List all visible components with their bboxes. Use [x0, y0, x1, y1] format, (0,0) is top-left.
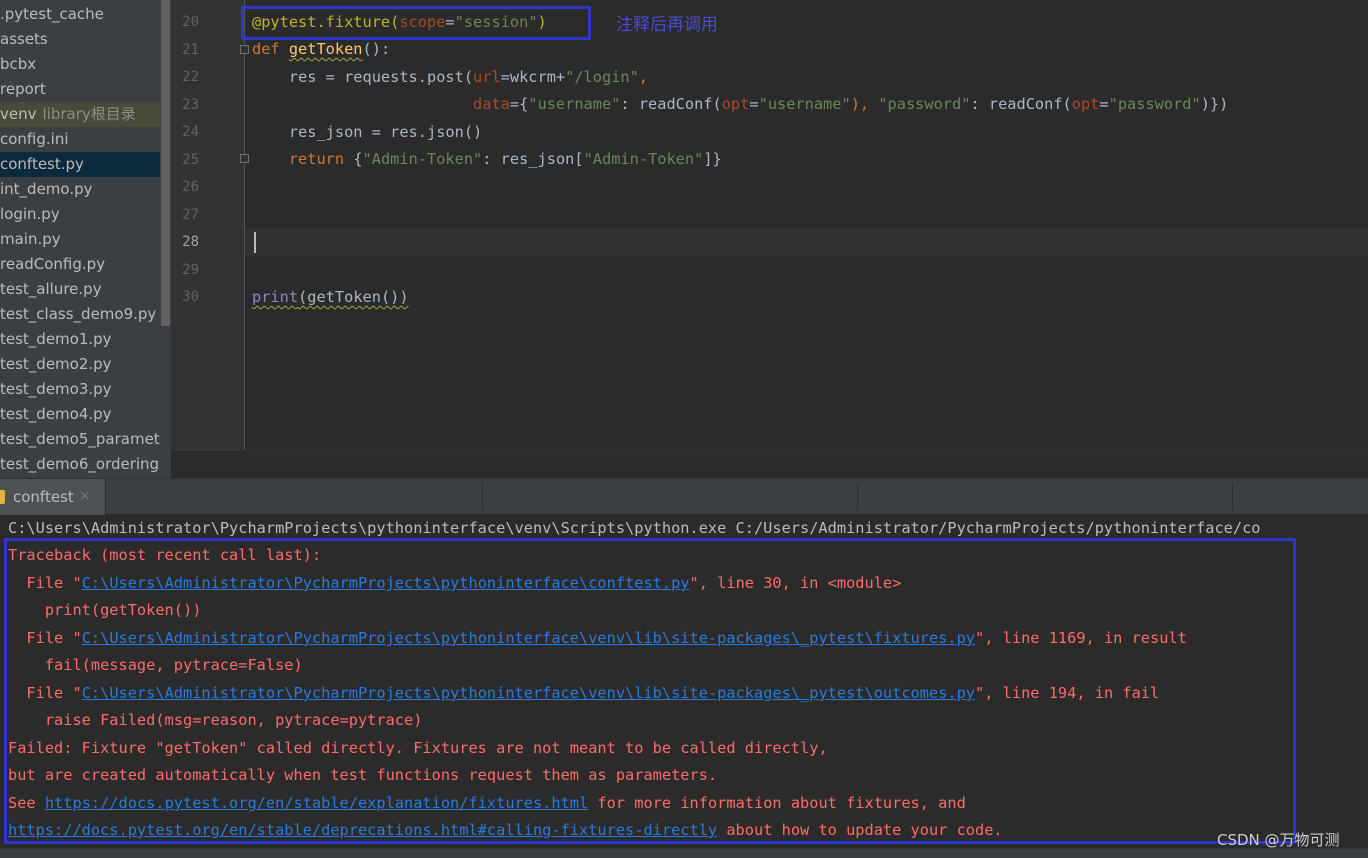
code-line-25: return {"Admin-Token": res_json["Admin-T… [288, 150, 722, 168]
tab-divider [482, 483, 483, 511]
current-line-highlight [245, 229, 1368, 256]
tree-item-label: test_demo1.py [0, 330, 112, 348]
tree-item-label: test_demo5_parametr.p [0, 430, 160, 448]
watermark: CSDN @万物可测 [1217, 831, 1340, 849]
tree-item[interactable]: assets [0, 27, 160, 52]
annotation-highlight-box [241, 6, 591, 40]
annotation-note: 注释后再调用 [616, 15, 718, 35]
code-editor[interactable]: 20 21 22 23 24 25 26 27 28 29 30 @pytest.fixture(s… [171, 0, 1368, 450]
tab-divider [1232, 483, 1233, 511]
tree-item[interactable]: report [0, 77, 160, 102]
close-icon[interactable]: × [79, 488, 91, 504]
tree-item-label: assets [0, 30, 48, 48]
tree-item-hint: library根目录 [42, 105, 136, 123]
status-bar [0, 848, 1368, 858]
line-number: 23 [182, 96, 199, 113]
tree-item[interactable]: conftest.py [0, 152, 160, 177]
tree-item-label: readConfig.py [0, 255, 106, 273]
tree-item[interactable]: test_demo5_parametr.p [0, 427, 160, 452]
code-line-24: res_json = res.json() [252, 123, 483, 141]
fold-marker-icon[interactable] [240, 154, 249, 163]
line-number: 26 [182, 179, 199, 195]
tree-item[interactable]: venv library根目录 [0, 102, 160, 127]
tree-item[interactable]: bcbx [0, 52, 160, 77]
tree-item[interactable]: test_allure.py [0, 277, 160, 302]
line-number: 28 [182, 234, 199, 250]
line-number: 30 [182, 289, 199, 305]
tree-item[interactable]: login.py [0, 202, 160, 227]
scrollbar-thumb[interactable] [161, 0, 170, 326]
tree-item-label: test_allure.py [0, 280, 102, 298]
python-file-icon [0, 490, 5, 504]
tree-item[interactable]: readConfig.py [0, 252, 160, 277]
tree-item[interactable]: main.py [0, 227, 160, 252]
code-line-30: print(getToken()) [252, 288, 409, 306]
error-highlight-box [4, 538, 1296, 844]
run-tab-conftest[interactable]: conftest × [0, 479, 106, 516]
tree-item-label: test_demo3.py [0, 380, 112, 398]
tree-item-label: conftest.py [0, 155, 84, 173]
tree-item[interactable]: test_demo6_ordering.p [0, 452, 160, 477]
tree-item[interactable]: test_class_demo9.py [0, 302, 160, 327]
run-tab-label: conftest [13, 488, 74, 506]
tree-item-label: .pytest_cache [0, 5, 104, 23]
line-number-gutter: 20 21 22 23 24 25 26 27 28 29 30 [171, 0, 244, 450]
tree-item-label: test_class_demo9.py [0, 305, 157, 323]
tree-item-label: test_demo4.py [0, 405, 112, 423]
line-number: 24 [182, 124, 199, 140]
tree-item-label: bcbx [0, 55, 37, 73]
tree-item[interactable]: test_demo2.py [0, 352, 160, 377]
tree-item-label: login.py [0, 205, 60, 223]
line-number: 21 [182, 41, 199, 58]
fold-marker-icon[interactable] [240, 45, 249, 54]
tree-item-label: main.py [0, 230, 61, 248]
tree-item-label: test_demo2.py [0, 355, 112, 373]
tree-item[interactable]: .pytest_cache [0, 2, 160, 27]
tree-item-label: int_demo.py [0, 180, 93, 198]
tree-item-label: venv [0, 105, 37, 123]
tree-item-label: test_demo6_ordering.p [0, 455, 160, 473]
tree-item[interactable]: test_demo1.py [0, 327, 160, 352]
code-line-21: def getToken(): [252, 40, 391, 58]
project-tree-scrollbar[interactable] [160, 0, 171, 478]
tree-item[interactable]: test_demo3.py [0, 377, 160, 402]
code-line-22: res = requests.post(url=wkcrm+"/login", [252, 68, 649, 86]
project-tree: .pytest_cacheassets bcbx report venv library… [0, 0, 160, 478]
line-number: 27 [182, 206, 199, 223]
tab-divider [857, 483, 858, 511]
line-number: 29 [182, 261, 199, 278]
line-number: 22 [182, 69, 199, 85]
code-line-23: data={"username": readConf(opt="username… [473, 95, 1229, 113]
line-number: 20 [182, 14, 199, 30]
tree-item-label: config.ini [0, 130, 69, 148]
tree-item[interactable]: int_demo.py [0, 177, 160, 202]
tree-item[interactable]: config.ini [0, 127, 160, 152]
text-caret [254, 232, 256, 253]
tree-item-label: report [0, 80, 46, 98]
line-number: 25 [182, 151, 199, 168]
run-tool-window-tabs: conftest × [0, 478, 1368, 516]
editor-horizontal-scrollbar[interactable] [171, 450, 1368, 478]
tree-item[interactable]: test_demo4.py [0, 402, 160, 427]
gutter-divider [244, 0, 245, 450]
